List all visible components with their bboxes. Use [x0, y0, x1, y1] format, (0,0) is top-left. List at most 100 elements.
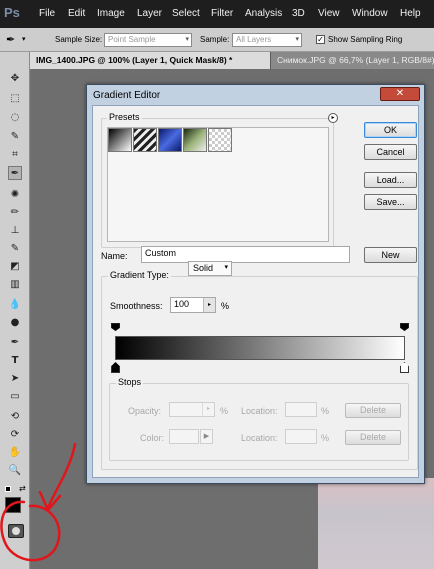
show-ring-label: Show Sampling Ring: [328, 35, 403, 44]
tab-snimok[interactable]: Снимок.JPG @ 66,7% (Layer 1, RGB/8#): [271, 52, 434, 69]
smoothness-input[interactable]: 100 ▸: [170, 297, 216, 313]
stops-group: Stops: [109, 377, 409, 461]
dialog-body: Presets ▸ OK Cancel Load... Save... Name…: [92, 105, 419, 478]
preset-green[interactable]: [183, 128, 207, 152]
eraser-tool-icon[interactable]: ◩: [8, 260, 22, 274]
name-input[interactable]: Custom: [141, 246, 350, 263]
presets-label: Presets: [107, 112, 142, 122]
location-label: Location:: [241, 406, 278, 416]
delete-color-stop-button: Delete: [345, 430, 401, 445]
color-label: Color:: [140, 433, 165, 443]
sample-size-label: Sample Size:: [55, 35, 103, 44]
annotation-circle: [0, 500, 61, 562]
tool-preset-dropdown-icon[interactable]: ▾: [22, 35, 26, 43]
gradient-tool-icon[interactable]: ▥: [8, 278, 22, 292]
load-button[interactable]: Load...: [364, 172, 417, 188]
move-tool-icon[interactable]: ✥: [8, 72, 22, 86]
preset-stripes[interactable]: [133, 128, 157, 152]
annotation-arrow: [46, 442, 77, 510]
stops-legend: Stops: [116, 377, 144, 387]
location-input: [285, 402, 317, 417]
marquee-tool-icon[interactable]: ⬚: [8, 92, 22, 106]
location-unit: %: [321, 406, 330, 416]
chevron-down-icon: ▾: [185, 36, 189, 43]
eyedropper-icon[interactable]: ✒: [6, 33, 15, 46]
color-stop-right[interactable]: [400, 362, 409, 373]
opacity-label: Opacity:: [128, 406, 162, 416]
history-brush-tool-icon[interactable]: ✎: [8, 242, 22, 256]
menu-layer[interactable]: Layer: [137, 8, 162, 19]
image-canvas[interactable]: [318, 478, 434, 569]
eyedropper-tool-icon[interactable]: ✒: [8, 166, 22, 180]
type-tool-icon[interactable]: T: [8, 354, 22, 368]
name-label: Name:: [101, 251, 128, 261]
presets-menu-icon[interactable]: ▸: [328, 113, 338, 123]
menu-select[interactable]: Select: [172, 8, 200, 19]
gradient-bar[interactable]: [115, 336, 405, 360]
color-swatch-field: [169, 429, 199, 444]
new-button[interactable]: New: [364, 247, 417, 263]
blur-tool-icon[interactable]: 💧: [8, 298, 22, 312]
opacity-stepper-icon: ▸: [202, 403, 214, 416]
brush-tool-icon[interactable]: ✏: [8, 206, 22, 220]
smoothness-stepper-icon[interactable]: ▸: [203, 298, 215, 312]
location2-label: Location:: [241, 433, 278, 443]
sample-label: Sample:: [200, 35, 230, 44]
close-button[interactable]: ✕: [380, 87, 420, 101]
cancel-button[interactable]: Cancel: [364, 144, 417, 160]
sample-select[interactable]: All Layers ▾: [232, 33, 302, 47]
menu-help[interactable]: Help: [400, 8, 421, 19]
clone-stamp-tool-icon[interactable]: ⊥: [8, 224, 22, 238]
options-bar: ✒ ▾ Sample Size: Point Sample ▾ Sample: A…: [0, 28, 434, 52]
gradient-type-value: Solid: [193, 263, 214, 273]
presets-group: Presets ▸: [101, 112, 338, 248]
healing-tool-icon[interactable]: ✺: [8, 188, 22, 202]
menu-bar: Ps File Edit Image Layer Select Filter A…: [0, 0, 434, 28]
delete-opacity-stop-button: Delete: [345, 403, 401, 418]
opacity-unit: %: [220, 406, 229, 416]
preset-transparent[interactable]: [208, 128, 232, 152]
menu-file[interactable]: File: [39, 8, 55, 19]
close-icon: ✕: [395, 88, 405, 99]
shape-tool-icon[interactable]: ▭: [8, 390, 22, 404]
menu-filter[interactable]: Filter: [211, 8, 233, 19]
chevron-down-icon: ▾: [295, 36, 299, 43]
presets-list: [107, 127, 329, 242]
show-ring-checkbox[interactable]: ✓: [316, 35, 325, 44]
color-picker-arrow-icon: ▶: [200, 429, 213, 444]
menu-image[interactable]: Image: [97, 8, 125, 19]
location2-unit: %: [321, 433, 330, 443]
smoothness-label: Smoothness:: [110, 301, 163, 311]
menu-edit[interactable]: Edit: [68, 8, 85, 19]
opacity-input: ▸: [169, 402, 215, 417]
sample-size-value: Point Sample: [108, 35, 156, 44]
menu-view[interactable]: View: [318, 8, 340, 19]
quick-select-tool-icon[interactable]: ✎: [8, 130, 22, 144]
path-select-tool-icon[interactable]: ➤: [8, 372, 22, 386]
smoothness-unit: %: [221, 301, 230, 311]
sample-size-select[interactable]: Point Sample ▾: [104, 33, 192, 47]
gradient-editor-dialog: Gradient Editor ✕ Presets ▸ OK Cancel Lo…: [86, 84, 425, 484]
menu-window[interactable]: Window: [352, 8, 388, 19]
preset-black-white[interactable]: [108, 128, 132, 152]
document-tabs: IMG_1400.JPG @ 100% (Layer 1, Quick Mask…: [30, 52, 434, 69]
opacity-stop-right[interactable]: [400, 323, 409, 334]
pen-tool-icon[interactable]: ✒: [8, 336, 22, 350]
menu-analysis[interactable]: Analysis: [245, 8, 282, 19]
ok-button[interactable]: OK: [364, 122, 417, 138]
crop-tool-icon[interactable]: ⌗: [8, 148, 22, 162]
color-stop-left[interactable]: [111, 362, 120, 373]
save-button[interactable]: Save...: [364, 194, 417, 210]
lasso-tool-icon[interactable]: ◌: [8, 111, 22, 125]
gradient-type-select[interactable]: Solid ▾: [188, 261, 232, 276]
menu-3d[interactable]: 3D: [292, 8, 305, 19]
smoothness-value: 100: [174, 299, 190, 309]
tab-img1400[interactable]: IMG_1400.JPG @ 100% (Layer 1, Quick Mask…: [30, 52, 270, 69]
sample-value: All Layers: [236, 35, 272, 44]
3d-rotate-tool-icon[interactable]: ⟲: [8, 410, 22, 424]
red-annotation: [0, 442, 77, 562]
preset-blue[interactable]: [158, 128, 182, 152]
opacity-stop-left[interactable]: [111, 323, 120, 334]
location2-input: [285, 429, 317, 444]
dodge-tool-icon[interactable]: ●: [8, 316, 22, 330]
